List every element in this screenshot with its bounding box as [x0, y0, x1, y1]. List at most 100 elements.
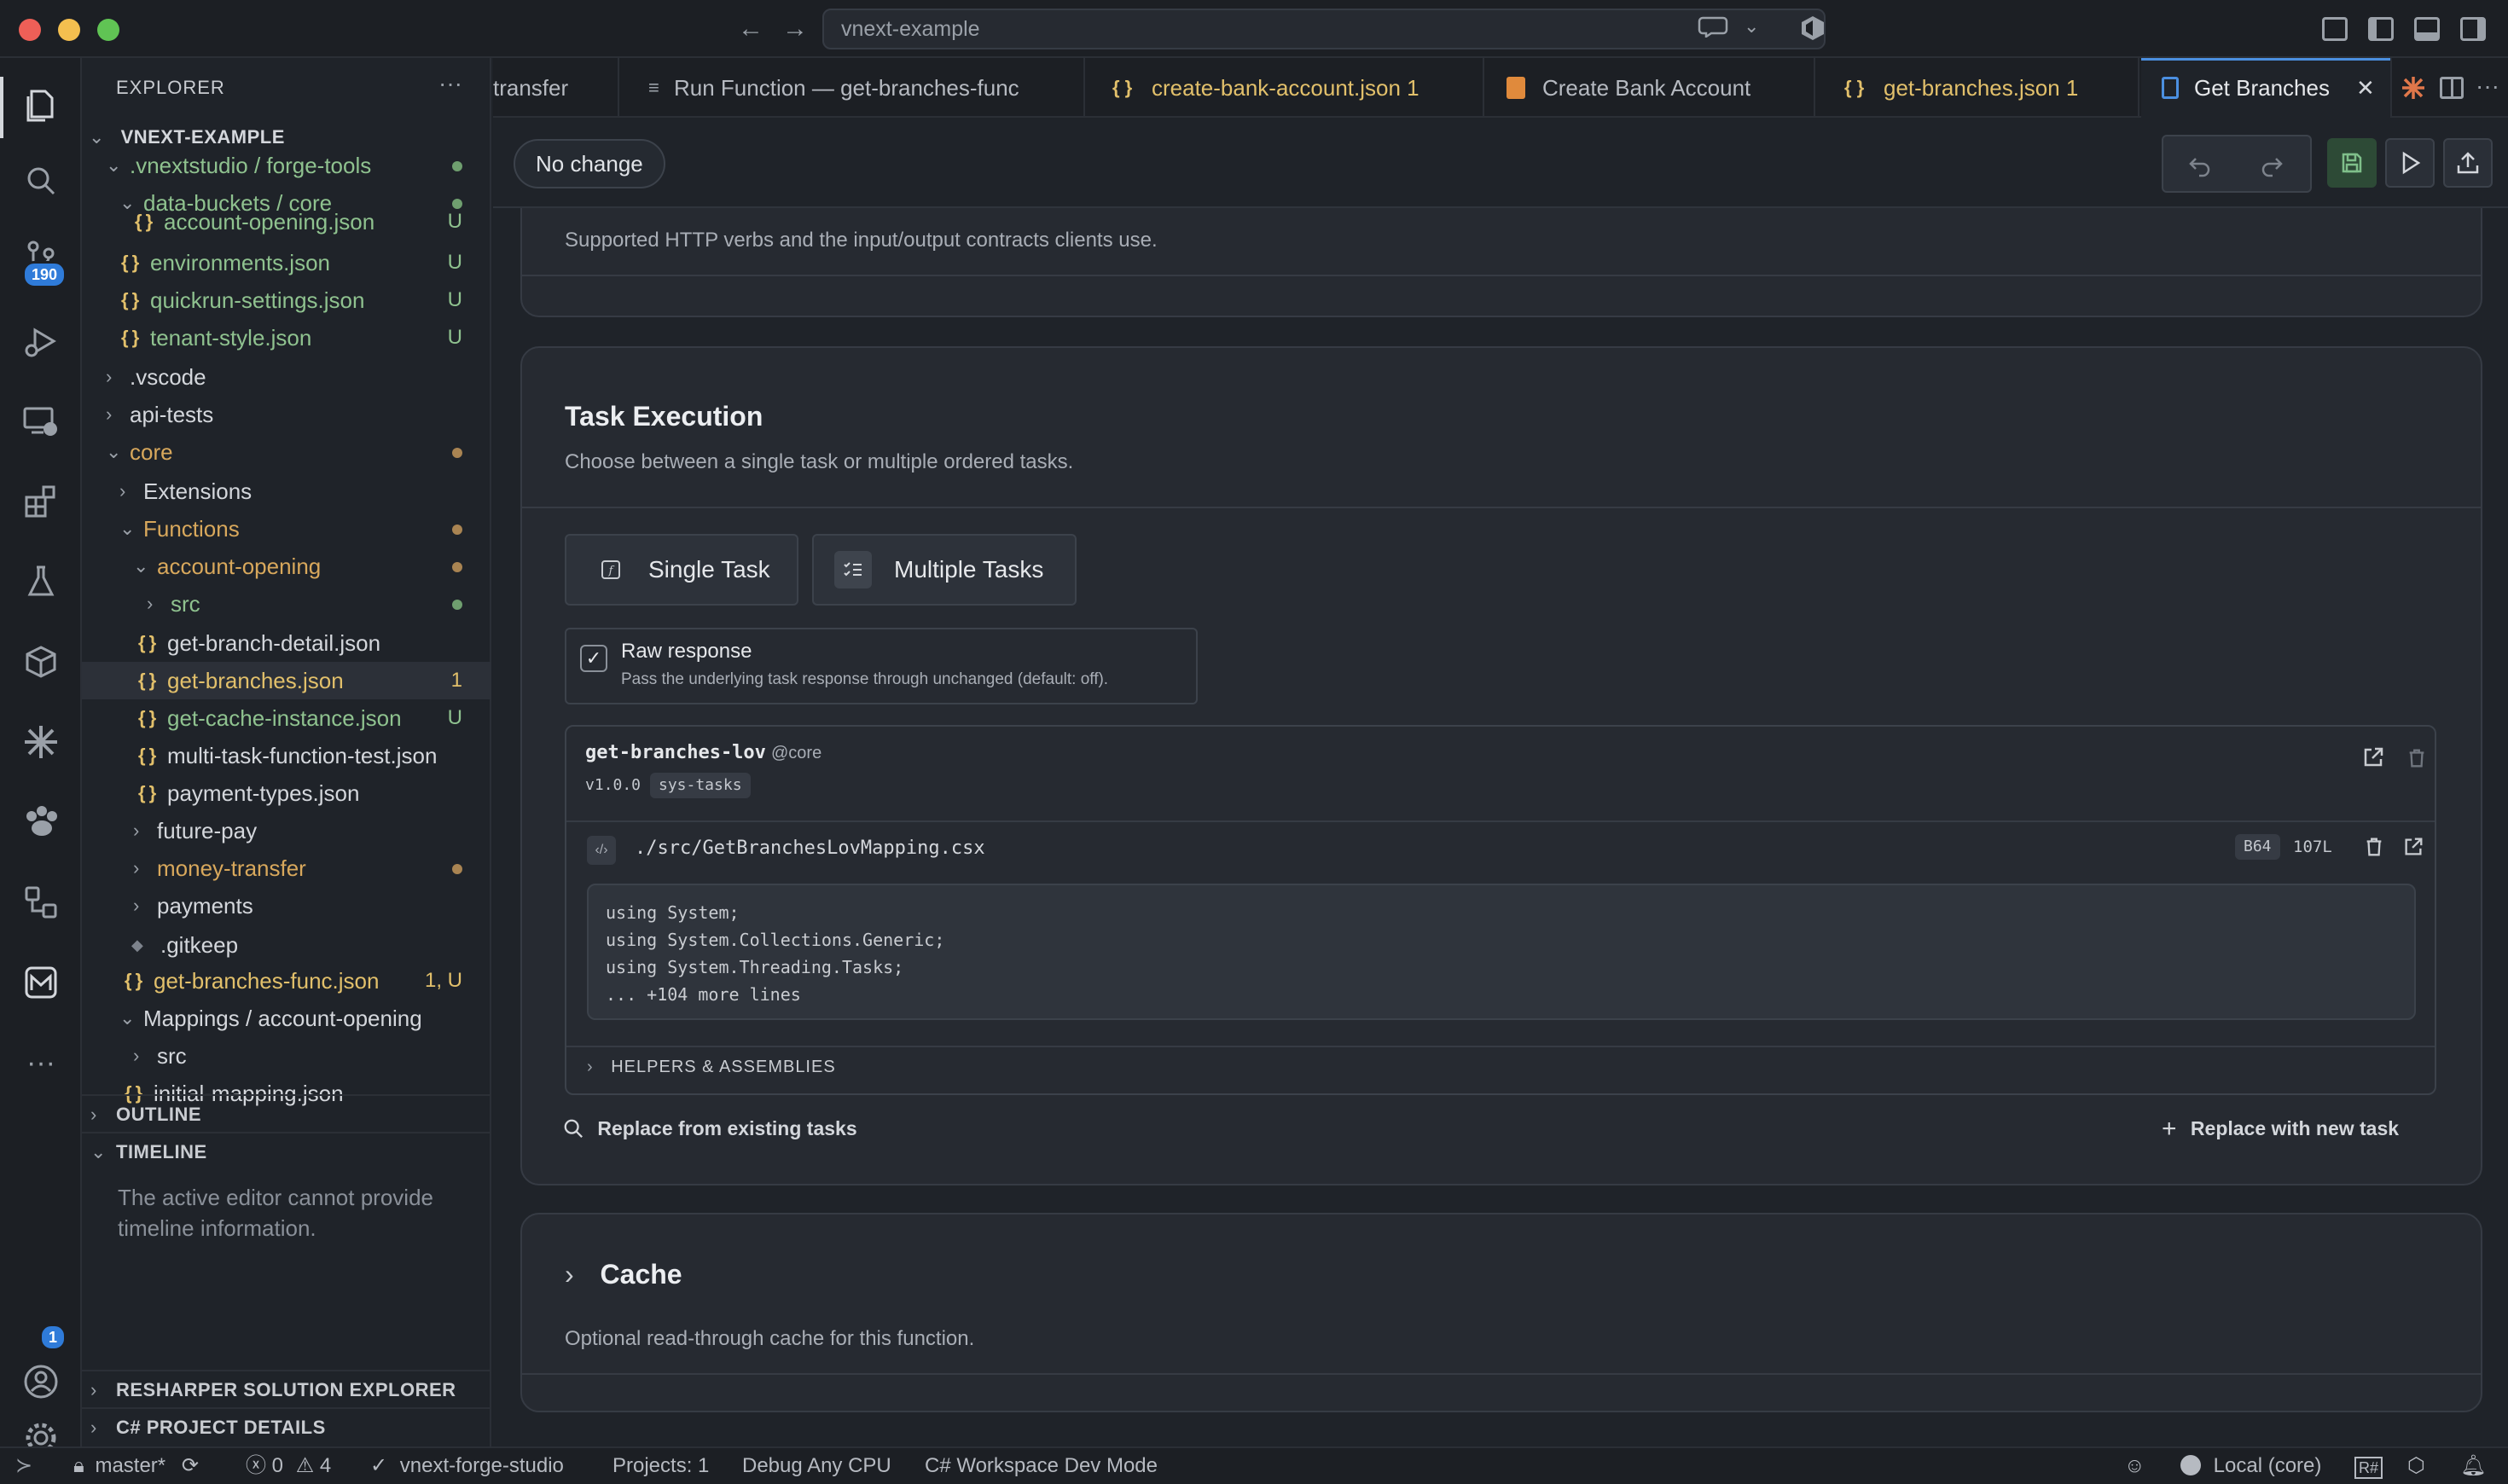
resharper-section[interactable]: › RESHARPER SOLUTION EXPLORER: [82, 1370, 491, 1407]
tree-item[interactable]: › src: [82, 585, 491, 623]
accounts-icon[interactable]: [19, 1359, 63, 1404]
tree-item[interactable]: › .vscode: [82, 358, 491, 396]
tree-item[interactable]: › api-tests: [82, 396, 491, 433]
book-icon[interactable]: [19, 960, 63, 1005]
code-preview[interactable]: using System; using System.Collections.Ge…: [587, 884, 2416, 1020]
tree-item[interactable]: { } get-branches.json 1: [82, 662, 491, 699]
tree-item[interactable]: ◆ .gitkeep: [82, 926, 491, 964]
resharper-icon[interactable]: R#: [2354, 1457, 2383, 1479]
remote-indicator-icon[interactable]: ≻: [15, 1448, 32, 1484]
environment-indicator[interactable]: Local (core): [2180, 1448, 2321, 1484]
tree-item-label: Mappings / account-opening: [143, 1006, 422, 1031]
csharp-icon[interactable]: ⬡: [2407, 1448, 2425, 1484]
problems-indicator[interactable]: ⓧ 0 ⚠ 4: [246, 1448, 331, 1484]
explorer-more-icon[interactable]: ···: [438, 70, 462, 97]
search-icon[interactable]: [19, 159, 63, 203]
toggle-sidebar-icon[interactable]: [2368, 17, 2394, 41]
tree-item[interactable]: ⌄ Mappings / account-opening: [82, 1000, 491, 1037]
project-indicator[interactable]: ✓ vnext-forge-studio: [370, 1448, 564, 1484]
forward-arrow-icon[interactable]: →: [778, 12, 812, 46]
more-icon[interactable]: ···: [19, 1041, 63, 1085]
tab-create-bank-account-json[interactable]: { } create-bank-account.json 1: [1087, 58, 1484, 118]
tab-create-bank-account[interactable]: Create Bank Account: [1486, 58, 1815, 118]
split-editor-icon[interactable]: [2440, 77, 2464, 99]
replace-new-button[interactable]: + Replace with new task: [2162, 1116, 2399, 1142]
projects-count[interactable]: Projects: 1: [612, 1448, 709, 1484]
testing-icon[interactable]: [19, 559, 63, 604]
tab-transfer[interactable]: transfer: [493, 58, 619, 118]
diagram-icon[interactable]: [19, 880, 63, 925]
branch-indicator[interactable]: 🔒︎ master* ⟳: [73, 1448, 199, 1484]
more-actions-icon[interactable]: ···: [2476, 58, 2499, 114]
tree-item[interactable]: { } tenant-style.json U: [82, 319, 491, 357]
window-maximize-button[interactable]: [97, 19, 119, 41]
tree-item[interactable]: { } get-branch-detail.json: [82, 624, 491, 662]
debug-config[interactable]: Debug Any CPU: [742, 1448, 891, 1484]
tree-item-label: get-branch-detail.json: [167, 630, 381, 656]
command-center-search[interactable]: vnext-example: [822, 9, 1826, 49]
back-arrow-icon[interactable]: ←: [734, 12, 768, 46]
open-external-icon[interactable]: [2402, 836, 2424, 858]
run-button[interactable]: [2385, 138, 2435, 188]
task-domain: @core: [771, 744, 822, 762]
tree-item[interactable]: › Extensions: [82, 472, 491, 510]
asterisk-icon[interactable]: [19, 720, 63, 764]
copilot-icon[interactable]: ☺: [2124, 1448, 2145, 1484]
multiple-tasks-button[interactable]: Multiple Tasks: [812, 534, 1077, 606]
chat-sparkle-icon[interactable]: [1698, 15, 1732, 38]
outline-section[interactable]: › OUTLINE: [82, 1094, 491, 1132]
tree-item[interactable]: ⌄ core: [82, 433, 491, 471]
tab-run-function[interactable]: ≡ Run Function — get-branches-func: [621, 58, 1085, 118]
notifications-bell-icon[interactable]: 🔔︎: [2460, 1448, 2486, 1484]
tree-item[interactable]: { } multi-task-function-test.json: [82, 737, 491, 774]
cache-toggle[interactable]: › Cache: [565, 1259, 682, 1290]
explorer-icon[interactable]: [19, 84, 63, 128]
window-close-button[interactable]: [19, 19, 41, 41]
window-minimize-button[interactable]: [58, 19, 80, 41]
tree-item[interactable]: › payments: [82, 887, 491, 925]
tree-item[interactable]: { } get-cache-instance.json U: [82, 699, 491, 737]
workspace-mode[interactable]: C# Workspace Dev Mode: [925, 1448, 1158, 1484]
workspace-header[interactable]: ⌄ VNEXT-EXAMPLE: [89, 126, 285, 148]
raw-response-option[interactable]: ✓ Raw response Pass the underlying task …: [565, 628, 1198, 704]
undo-button[interactable]: [2175, 140, 2225, 189]
tree-item[interactable]: { } payment-types.json: [82, 774, 491, 812]
csharp-project-section[interactable]: › C# PROJECT DETAILS: [82, 1407, 491, 1445]
tree-item[interactable]: › src: [82, 1037, 491, 1075]
extensions-icon[interactable]: [19, 479, 63, 524]
toggle-secondary-sidebar-icon[interactable]: [2460, 17, 2486, 41]
single-task-button[interactable]: f Single Task: [565, 534, 798, 606]
customize-layout-icon[interactable]: [2322, 17, 2348, 41]
chevron-down-icon[interactable]: ⌄: [1744, 15, 1759, 38]
toggle-panel-icon[interactable]: [2414, 17, 2440, 41]
upload-icon: [2457, 152, 2479, 174]
tree-item[interactable]: ⌄ Functions: [82, 510, 491, 548]
remote-explorer-icon[interactable]: [19, 399, 63, 443]
tab-close-icon[interactable]: ✕: [2356, 58, 2375, 118]
tree-item[interactable]: { } quickrun-settings.json U: [82, 281, 491, 319]
helpers-assemblies-toggle[interactable]: › HELPERS & ASSEMBLIES: [587, 1058, 836, 1077]
run-debug-icon[interactable]: [19, 319, 63, 363]
hexagon-shield-icon[interactable]: [1800, 15, 1826, 41]
save-button[interactable]: [2327, 138, 2377, 188]
tab-get-branches[interactable]: Get Branches ✕: [2141, 58, 2392, 118]
tree-item[interactable]: { } get-branches-func.json 1, U: [82, 962, 491, 1000]
trash-icon[interactable]: [2363, 836, 2385, 858]
timeline-section[interactable]: ⌄ TIMELINE: [82, 1132, 491, 1169]
publish-button[interactable]: [2443, 138, 2493, 188]
open-external-icon[interactable]: [2361, 745, 2385, 769]
trash-icon[interactable]: [2406, 747, 2428, 769]
tree-item[interactable]: › future-pay: [82, 812, 491, 849]
containers-icon[interactable]: [19, 640, 63, 684]
replace-existing-button[interactable]: Replace from existing tasks: [563, 1116, 857, 1141]
redo-button[interactable]: [2247, 140, 2296, 189]
tree-item[interactable]: › money-transfer: [82, 849, 491, 887]
tree-item[interactable]: { } environments.json U: [82, 244, 491, 281]
tab-get-branches-json[interactable]: { } get-branches.json 1: [1817, 58, 2139, 118]
tree-item[interactable]: ⌄ .vnextstudio / forge-tools: [82, 154, 491, 184]
tree-item[interactable]: ⌄ account-opening: [82, 548, 491, 585]
tree-item[interactable]: { } account-opening.json U: [82, 203, 491, 241]
claude-sparkle-icon[interactable]: [2401, 75, 2426, 101]
raw-response-checkbox[interactable]: ✓: [580, 645, 607, 672]
paw-icon[interactable]: [19, 800, 63, 844]
